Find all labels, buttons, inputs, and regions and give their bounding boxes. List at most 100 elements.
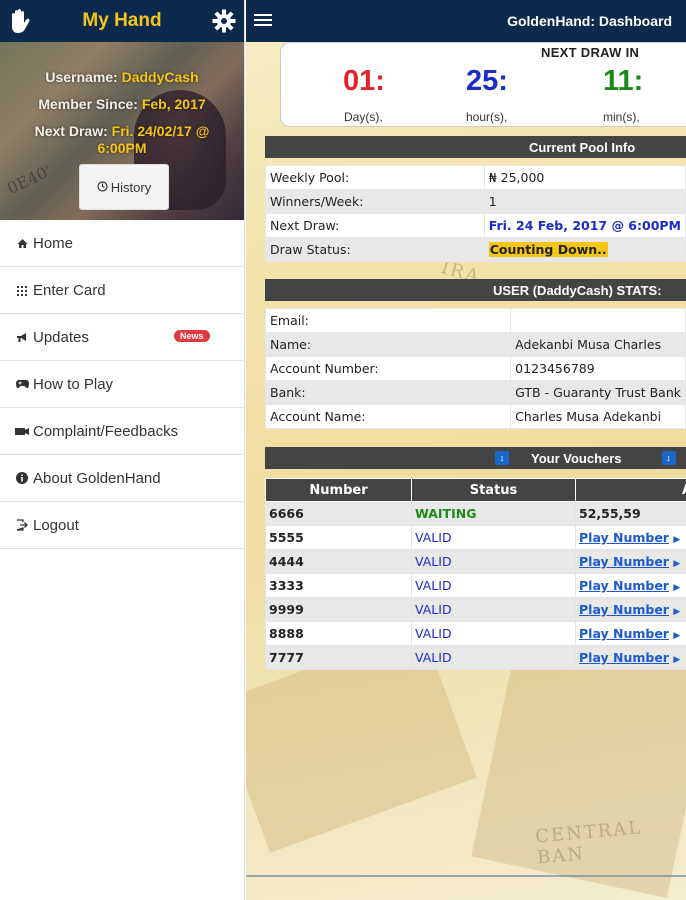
sidebar-header: My Hand <box>0 0 244 42</box>
column-header-number[interactable]: Number <box>265 478 412 502</box>
history-button[interactable]: History <box>79 164 169 210</box>
news-badge: News <box>174 330 210 342</box>
email-value <box>510 308 686 333</box>
table-row: 7777 VALID Play Number ▶ <box>265 645 686 670</box>
page-title: GoldenHand: Dashboard <box>507 13 672 29</box>
sidebar-item-enter-card[interactable]: Enter Card <box>0 267 245 314</box>
countdown-hours-label: hour(s), <box>466 110 508 124</box>
member-since-line: Member Since: Feb, 2017 <box>38 96 206 112</box>
name-value: Adekanbi Musa Charles <box>510 332 686 357</box>
caret-right-icon: ▶ <box>673 607 681 617</box>
table-row: 4444 VALID Play Number ▶ <box>265 549 686 574</box>
bank-value: GTB - Guaranty Trust Bank <box>510 380 686 405</box>
countdown-days-label: Day(s), <box>344 110 383 124</box>
weekly-pool-value: ₦ 25,000 <box>483 165 686 190</box>
logout-icon <box>14 519 30 531</box>
sort-arrows-icon[interactable]: ↕ <box>495 451 509 465</box>
caret-right-icon: ▶ <box>673 559 681 569</box>
table-row: 6666 WAITING 52,55,59 <box>265 501 686 526</box>
app-title: My Hand <box>82 10 162 31</box>
played-numbers: 52,55,59 <box>575 501 686 526</box>
member-since-value: Feb, 2017 <box>141 96 206 112</box>
next-draw-date-value: Fri. 24 Feb, 2017 @ 6:00PM <box>488 218 681 233</box>
gear-icon[interactable] <box>212 9 236 33</box>
top-bar: GoldenHand: Dashboard <box>246 0 686 42</box>
column-header-action[interactable]: A <box>575 478 686 502</box>
table-row: Next Draw: Fri. 24 Feb, 2017 @ 6:00PM <box>265 213 686 238</box>
vouchers-heading-bar: ↕ Your Vouchers ↕ <box>265 447 686 469</box>
main-content: IRA CENTRAL BAN GoldenHand: Dashboard NE… <box>246 0 686 900</box>
megaphone-icon <box>14 332 30 343</box>
table-row: Name: Adekanbi Musa Charles <box>264 332 686 357</box>
sidebar-item-how-to-play[interactable]: How to Play <box>0 361 245 408</box>
info-icon <box>14 472 30 484</box>
status-valid: VALID <box>411 549 576 574</box>
table-row: Winners/Week: 1 <box>265 189 686 214</box>
sidebar-menu: Home Enter Card Updates News How to Play… <box>0 220 245 549</box>
next-draw-value: Fri. 24/02/17 @ 6:00PM <box>97 123 210 156</box>
grid-icon <box>14 285 30 296</box>
caret-right-icon: ▶ <box>673 631 681 641</box>
user-stats-heading: USER (DaddyCash) STATS: <box>265 279 686 301</box>
profile-info: Username: DaddyCash Member Since: Feb, 2… <box>0 64 244 157</box>
draw-status-badge: Counting Down.. <box>488 242 608 257</box>
account-number-value: 0123456789 <box>510 356 686 381</box>
play-number-link[interactable]: Play Number <box>579 530 669 545</box>
table-header-row: Number Status A <box>265 478 686 502</box>
table-row: 8888 VALID Play Number ▶ <box>265 621 686 646</box>
pool-info-table: Weekly Pool: ₦ 25,000 Winners/Week: 1 Ne… <box>265 165 686 262</box>
countdown-mins: 11: <box>603 65 644 97</box>
winners-per-week-value: 1 <box>483 189 686 214</box>
play-number-link[interactable]: Play Number <box>579 626 669 641</box>
sidebar-item-logout[interactable]: Logout <box>0 502 245 549</box>
next-draw-line: Next Draw: Fri. 24/02/17 @ 6:00PM <box>34 123 210 156</box>
pool-info-heading: Current Pool Info <box>265 136 686 158</box>
countdown-hours: 25: <box>466 65 508 97</box>
sidebar-item-about[interactable]: About GoldenHand <box>0 455 245 502</box>
camera-icon <box>14 426 30 436</box>
countdown-days: 01: <box>343 65 385 97</box>
table-row: 9999 VALID Play Number ▶ <box>265 597 686 622</box>
horizontal-scrollbar[interactable] <box>246 875 686 877</box>
vouchers-table: Number Status A 6666 WAITING 52,55,59 55… <box>265 478 686 670</box>
username-line: Username: DaddyCash <box>45 69 199 85</box>
home-icon <box>14 238 30 249</box>
vouchers-heading: Your Vouchers <box>531 450 622 466</box>
play-number-link[interactable]: Play Number <box>579 554 669 569</box>
hamburger-menu-icon[interactable] <box>254 12 274 31</box>
hand-logo-icon[interactable] <box>6 8 32 34</box>
caret-right-icon: ▶ <box>673 535 681 545</box>
user-stats-table: Email: Name: Adekanbi Musa Charles Accou… <box>264 308 686 429</box>
status-valid: VALID <box>411 525 576 550</box>
column-header-status[interactable]: Status <box>411 478 576 502</box>
sidebar-item-home[interactable]: Home <box>0 220 245 267</box>
play-number-link[interactable]: Play Number <box>579 650 669 665</box>
table-row: Draw Status: Counting Down.. <box>265 237 686 262</box>
clock-icon <box>97 180 108 195</box>
table-row: Email: <box>264 308 686 333</box>
status-waiting: WAITING <box>411 501 576 526</box>
status-valid: VALID <box>411 645 576 670</box>
countdown-panel: NEXT DRAW IN 01: Day(s), 25: hour(s), 11… <box>280 42 686 127</box>
countdown-title: NEXT DRAW IN <box>541 45 640 60</box>
status-valid: VALID <box>411 597 576 622</box>
table-row: Weekly Pool: ₦ 25,000 <box>265 165 686 190</box>
table-row: Account Name: Charles Musa Adekanbi <box>264 404 686 429</box>
sidebar-item-updates[interactable]: Updates News <box>0 314 245 361</box>
table-row: 3333 VALID Play Number ▶ <box>265 573 686 598</box>
caret-right-icon: ▶ <box>673 583 681 593</box>
status-valid: VALID <box>411 621 576 646</box>
account-name-value: Charles Musa Adekanbi <box>510 404 686 429</box>
play-number-link[interactable]: Play Number <box>579 602 669 617</box>
table-row: Bank: GTB - Guaranty Trust Bank <box>264 380 686 405</box>
gamepad-icon <box>14 379 30 389</box>
sidebar-item-complaint-feedbacks[interactable]: Complaint/Feedbacks <box>0 408 245 455</box>
username-value: DaddyCash <box>121 69 199 85</box>
sidebar: My Hand 0E40' Username: DaddyCash Member… <box>0 0 245 900</box>
caret-right-icon: ▶ <box>673 655 681 665</box>
table-row: 5555 VALID Play Number ▶ <box>265 525 686 550</box>
status-valid: VALID <box>411 573 576 598</box>
table-row: Account Number: 0123456789 <box>264 356 686 381</box>
play-number-link[interactable]: Play Number <box>579 578 669 593</box>
sort-arrows-icon[interactable]: ↕ <box>661 451 676 465</box>
